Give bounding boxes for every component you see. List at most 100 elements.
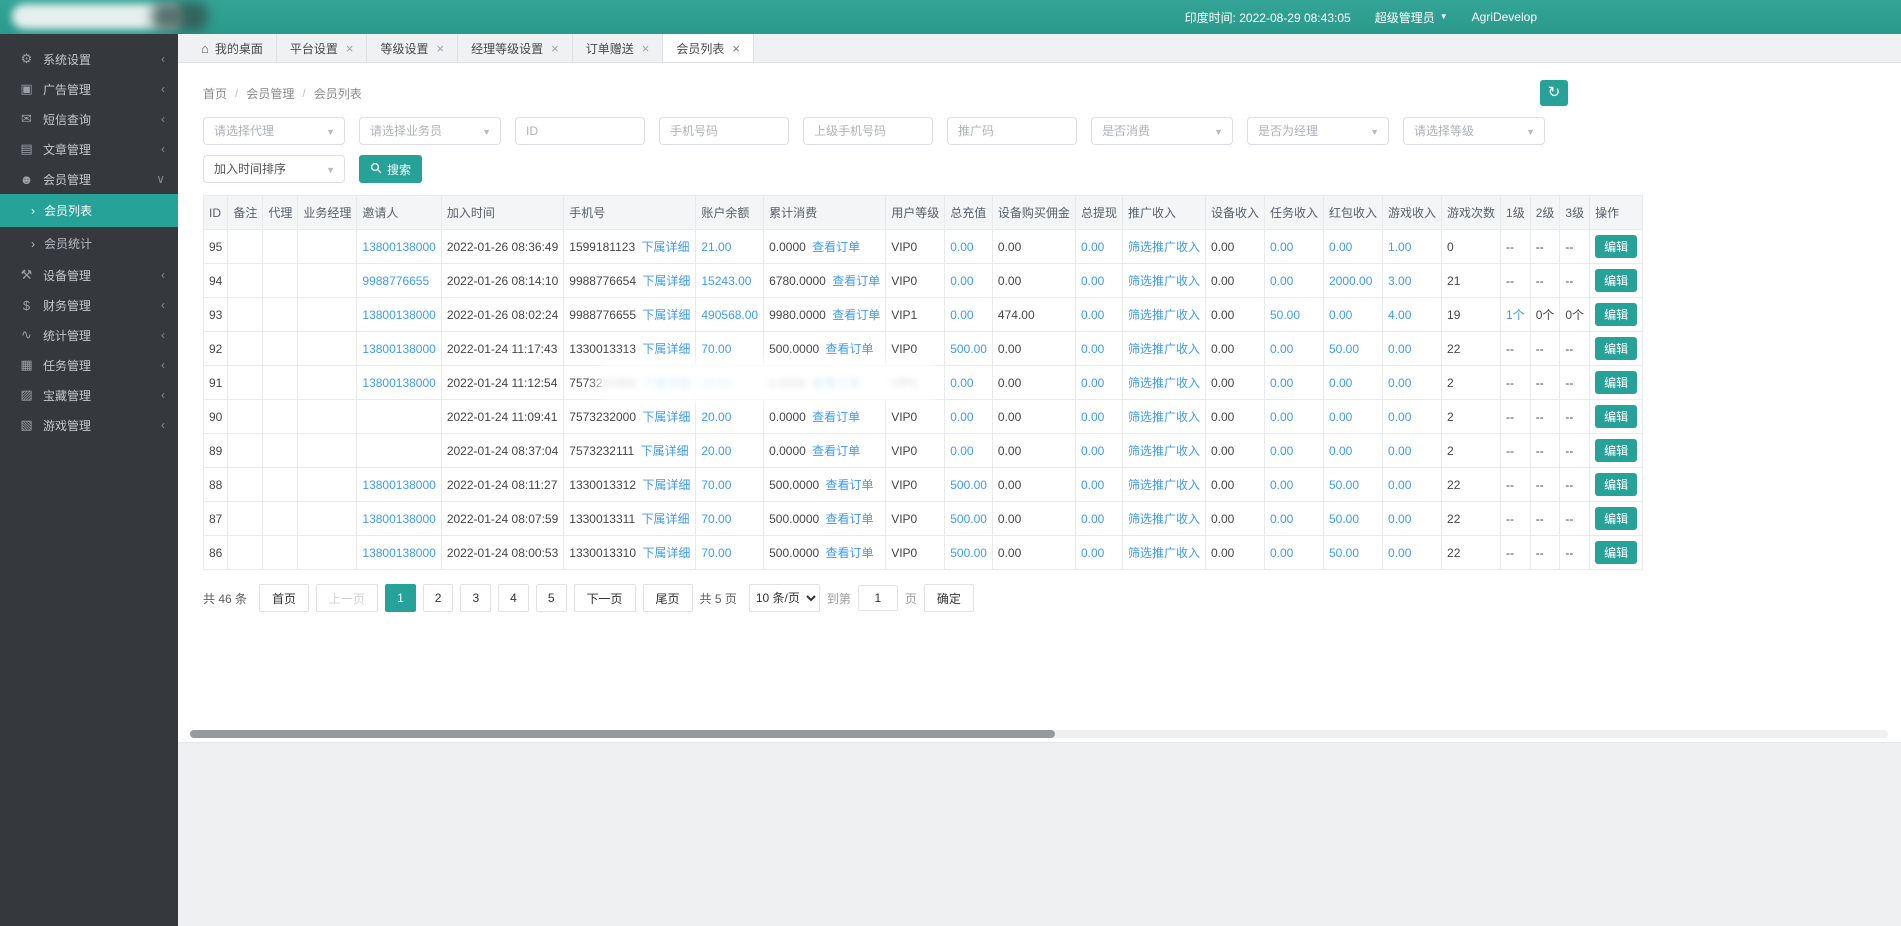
cell-redpacket-income[interactable]: 50.00 — [1324, 468, 1383, 502]
horizontal-scrollbar[interactable] — [190, 730, 1888, 738]
cell-game-income[interactable]: 0.00 — [1383, 434, 1442, 468]
cell-balance[interactable]: 20.00 — [696, 400, 764, 434]
cell-total-recharge[interactable]: 0.00 — [945, 400, 993, 434]
filter-control[interactable]: ▼ — [803, 117, 933, 145]
cell-inviter[interactable]: 13800138000 — [357, 366, 441, 400]
cell-total-withdraw[interactable]: 0.00 — [1075, 298, 1122, 332]
cell-task-income[interactable]: 50.00 — [1264, 298, 1323, 332]
cell-redpacket-income[interactable]: 50.00 — [1324, 536, 1383, 570]
cell-total-recharge[interactable]: 500.00 — [945, 468, 993, 502]
cell-game-income[interactable]: 0.00 — [1383, 400, 1442, 434]
cell-total-withdraw[interactable]: 0.00 — [1075, 230, 1122, 264]
subordinate-detail-link[interactable]: 下属详细 — [641, 444, 689, 458]
scrollbar-thumb[interactable] — [190, 730, 1055, 738]
cell-total-withdraw[interactable]: 0.00 — [1075, 400, 1122, 434]
view-orders-link[interactable]: 查看订单 — [812, 376, 860, 390]
sidebar-item-article-management[interactable]: ▤ 文章管理 ‹ — [0, 134, 178, 164]
subordinate-detail-link[interactable]: 下属详细 — [641, 240, 689, 254]
view-orders-link[interactable]: 查看订单 — [826, 512, 874, 526]
close-icon[interactable]: × — [346, 41, 354, 56]
cell-balance[interactable]: 490568.00 — [696, 298, 764, 332]
cell-task-income[interactable]: 0.00 — [1264, 434, 1323, 468]
sidebar-item-task-management[interactable]: ▦ 任务管理 ‹ — [0, 350, 178, 380]
prev-page-button[interactable]: 上一页 — [316, 584, 378, 612]
cell-task-income[interactable]: 0.00 — [1264, 400, 1323, 434]
page-button-1[interactable]: 1 — [385, 584, 416, 612]
page-button-5[interactable]: 5 — [536, 584, 567, 612]
filter-promo-income-link[interactable]: 筛选推广收入 — [1128, 376, 1200, 390]
subordinate-detail-link[interactable]: 下属详细 — [642, 478, 690, 492]
cell-redpacket-income[interactable]: 0.00 — [1324, 366, 1383, 400]
cell-inviter[interactable]: 9988776655 — [357, 264, 441, 298]
cell-inviter[interactable]: 13800138000 — [357, 332, 441, 366]
subordinate-detail-link[interactable]: 下属详细 — [642, 308, 690, 322]
filter-input[interactable] — [804, 118, 932, 144]
edit-button[interactable]: 编辑 — [1595, 303, 1637, 326]
sort-select[interactable]: 加入时间排序 ▼ — [203, 155, 345, 183]
view-orders-link[interactable]: 查看订单 — [832, 308, 880, 322]
breadcrumb-home[interactable]: 首页 — [203, 85, 227, 102]
filter-promo-income-link[interactable]: 筛选推广收入 — [1128, 512, 1200, 526]
view-orders-link[interactable]: 查看订单 — [812, 444, 860, 458]
cell-balance[interactable]: 20.00 — [696, 366, 764, 400]
page-button-2[interactable]: 2 — [423, 584, 454, 612]
sidebar-item-member-list[interactable]: › 会员列表 — [0, 194, 178, 227]
cell-balance[interactable]: 15243.00 — [696, 264, 764, 298]
next-page-button[interactable]: 下一页 — [574, 584, 636, 612]
edit-button[interactable]: 编辑 — [1595, 269, 1637, 292]
cell-redpacket-income[interactable]: 2000.00 — [1324, 264, 1383, 298]
subordinate-detail-link[interactable]: 下属详细 — [641, 512, 689, 526]
sidebar-item-device-management[interactable]: ⚒ 设备管理 ‹ — [0, 260, 178, 290]
filter-control[interactable]: ▼ — [1403, 117, 1545, 145]
view-orders-link[interactable]: 查看订单 — [812, 410, 860, 424]
view-orders-link[interactable]: 查看订单 — [812, 240, 860, 254]
edit-button[interactable]: 编辑 — [1595, 473, 1637, 496]
search-button[interactable]: 搜索 — [359, 155, 422, 183]
view-orders-link[interactable]: 查看订单 — [832, 274, 880, 288]
filter-promo-income-link[interactable]: 筛选推广收入 — [1128, 546, 1200, 560]
page-button-3[interactable]: 3 — [460, 584, 491, 612]
cell-game-income[interactable]: 0.00 — [1383, 332, 1442, 366]
cell-game-income[interactable]: 4.00 — [1383, 298, 1442, 332]
filter-control[interactable]: ▼ — [203, 117, 345, 145]
brand-name[interactable]: AgriDevelop — [1472, 10, 1537, 24]
sidebar-item-game-management[interactable]: ▧ 游戏管理 ‹ — [0, 410, 178, 440]
filter-control[interactable]: ▼ — [1247, 117, 1389, 145]
filter-control[interactable]: ▼ — [659, 117, 789, 145]
view-orders-link[interactable]: 查看订单 — [826, 342, 874, 356]
cell-game-income[interactable]: 1.00 — [1383, 230, 1442, 264]
cell-game-income[interactable]: 0.00 — [1383, 502, 1442, 536]
tab-member-list[interactable]: 会员列表 × — [663, 34, 754, 62]
breadcrumb-member-management[interactable]: 会员管理 — [246, 85, 294, 102]
subordinate-detail-link[interactable]: 下属详细 — [642, 546, 690, 560]
cell-game-income[interactable]: 0.00 — [1383, 468, 1442, 502]
filter-promo-income-link[interactable]: 筛选推广收入 — [1128, 444, 1200, 458]
cell-inviter[interactable]: 13800138000 — [357, 298, 441, 332]
admin-menu[interactable]: 超级管理员 ▼ — [1375, 9, 1448, 26]
tab-manager-level-settings[interactable]: 经理等级设置 × — [458, 34, 573, 62]
close-icon[interactable]: × — [732, 41, 740, 56]
cell-total-recharge[interactable]: 500.00 — [945, 536, 993, 570]
cell-total-recharge[interactable]: 500.00 — [945, 332, 993, 366]
sidebar-item-ad-management[interactable]: ▣ 广告管理 ‹ — [0, 74, 178, 104]
tab-order-gift[interactable]: 订单赠送 × — [573, 34, 664, 62]
cell-total-recharge[interactable]: 500.00 — [945, 502, 993, 536]
cell-task-income[interactable]: 0.00 — [1264, 536, 1323, 570]
first-page-button[interactable]: 首页 — [259, 584, 309, 612]
filter-promo-income-link[interactable]: 筛选推广收入 — [1128, 342, 1200, 356]
confirm-button[interactable]: 确定 — [924, 584, 974, 612]
cell-task-income[interactable]: 0.00 — [1264, 366, 1323, 400]
cell-inviter[interactable] — [357, 434, 441, 468]
cell-task-income[interactable]: 0.00 — [1264, 468, 1323, 502]
sidebar-item-system-settings[interactable]: ⚙ 系统设置 ‹ — [0, 44, 178, 74]
cell-game-income[interactable]: 0.00 — [1383, 536, 1442, 570]
sidebar-item-sms-query[interactable]: ✉ 短信查询 ‹ — [0, 104, 178, 134]
view-orders-link[interactable]: 查看订单 — [826, 546, 874, 560]
close-icon[interactable]: × — [437, 41, 445, 56]
filter-input[interactable] — [1092, 118, 1232, 144]
cell-total-withdraw[interactable]: 0.00 — [1075, 366, 1122, 400]
filter-promo-income-link[interactable]: 筛选推广收入 — [1128, 478, 1200, 492]
filter-input[interactable] — [1248, 118, 1388, 144]
cell-task-income[interactable]: 0.00 — [1264, 264, 1323, 298]
filter-control[interactable]: ▼ — [515, 117, 645, 145]
